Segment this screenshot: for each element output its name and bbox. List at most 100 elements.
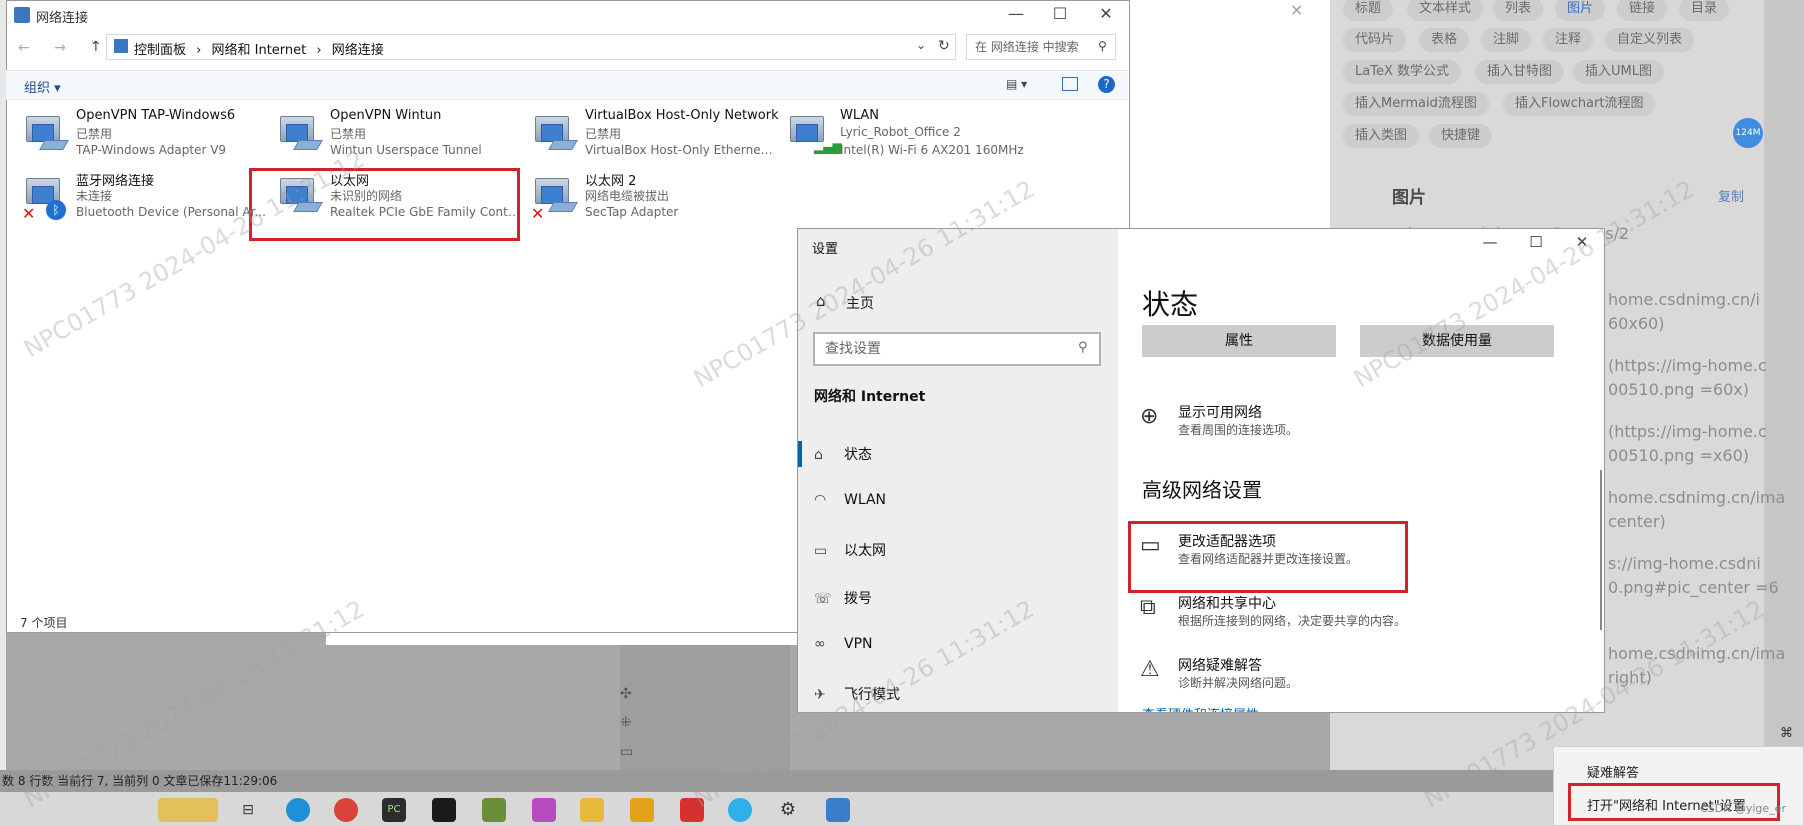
tag-flowchart[interactable]: 插入Flowchart流程图 [1503,92,1656,116]
nav-ethernet[interactable]: ▭ 以太网 [814,540,886,560]
adapter-bluetooth[interactable]: ᛒ ✕ 蓝牙网络连接 未连接 Bluetooth Device (Personal… [22,170,272,230]
hardware-properties-link[interactable]: 查看硬件和连接属性 [1142,704,1259,712]
settings-scrollbar[interactable] [1600,470,1602,630]
tag-comment[interactable]: 注释 [1543,28,1594,52]
tag-mermaid[interactable]: 插入Mermaid流程图 [1343,92,1489,116]
adapter-ethernet-2[interactable]: ✕ 以太网 2 网络电缆被拔出 SecTap Adapter [531,170,781,230]
panel-line: home.csdnimg.cn/i [1608,290,1760,309]
row-title: 显示可用网络 [1178,405,1262,421]
tag-class-diagram[interactable]: 插入类图 [1343,124,1420,148]
frame-icon[interactable]: ▭ [620,744,650,773]
tag-footnote[interactable]: 注脚 [1481,28,1532,52]
row-title: 网络和共享中心 [1178,596,1276,612]
nav-vpn[interactable]: ∞ VPN [814,636,873,652]
tag-code[interactable]: 代码片 [1343,28,1407,52]
app2-icon[interactable] [630,798,654,822]
tag-shortcut[interactable]: 快捷键 [1429,124,1493,148]
adapter-status: 网络电缆被拔出 [585,189,670,203]
app4-icon[interactable] [728,798,752,822]
editor-status-bar: 数 8 行数 当前行 7, 当前列 0 文章已保存11:29:06 [0,770,1804,792]
tag-uml[interactable]: 插入UML图 [1573,60,1664,84]
tray-network-icon[interactable]: ⌘ [1780,726,1793,741]
app3-icon[interactable] [680,798,704,822]
settings-search-input[interactable]: 查找设置 [813,332,1101,366]
nav-wlan[interactable]: ◠ WLAN [814,492,886,508]
breadcrumb-control-panel[interactable]: 控制面板 [134,43,186,58]
breadcrumb-network-internet[interactable]: 网络和 Internet [212,43,307,58]
sharing-center-link[interactable]: ⧉ 网络和共享中心 根据所连接到的网络，决定要共享的内容。 [1140,593,1440,633]
nav-label: 飞行模式 [844,687,900,703]
data-usage-button[interactable]: 数据使用量 [1360,325,1554,357]
tag-custom-list[interactable]: 自定义列表 [1605,28,1695,52]
nav-home[interactable]: 主页 [846,293,874,313]
resize-icon[interactable]: ⁜ [620,715,650,744]
tag-link[interactable]: 链接 [1617,0,1668,21]
troubleshoot-link[interactable]: ⚠ 网络疑难解答 诊断并解决网络问题。 [1140,655,1440,695]
wifi-icon: ◠ [814,492,827,508]
home-icon: ⌂ [816,292,826,310]
adapter-name: WLAN [840,108,880,123]
nav-status[interactable]: ⌂ 状态 [814,444,872,464]
app5-icon[interactable] [826,798,850,822]
minimize-icon[interactable]: — [996,4,1036,23]
nav-dialup[interactable]: ☏ 拨号 [814,588,872,608]
adapter-openvpn-tap[interactable]: OpenVPN TAP-Windows6 已禁用 TAP-Windows Ada… [22,108,272,168]
tag-toc[interactable]: 目录 [1679,0,1730,21]
item-count: 7 个项目 [20,616,68,630]
organize-menu[interactable]: 组织 ▾ [24,77,61,96]
search-icon: ⚲ [1078,340,1088,355]
view-options-icon[interactable]: ▤ ▾ [1006,77,1027,91]
adapter-virtualbox[interactable]: VirtualBox Host-Only Network 已禁用 Virtual… [531,108,781,168]
close-icon[interactable]: ✕ [1086,4,1126,23]
globe-icon: ⊕ [1140,404,1159,429]
settings-gear-icon[interactable]: ⚙ [776,798,800,822]
tag-latex[interactable]: LaTeX 数学公式 [1343,60,1461,84]
help-icon[interactable]: ? [1098,76,1115,93]
terminal-icon[interactable] [432,798,456,822]
panel-line: home.csdnimg.cn/ima [1608,488,1786,507]
settings-title: 设置 [812,242,839,257]
panel-line: s://img-home.csdni [1608,554,1761,573]
adapter-openvpn-wintun[interactable]: OpenVPN Wintun 已禁用 Wintun Userspace Tunn… [276,108,526,168]
nav-airplane-mode[interactable]: ✈ 飞行模式 [814,684,900,704]
tag-gantt[interactable]: 插入甘特图 [1475,60,1565,84]
pycharm-icon[interactable]: PC [382,798,406,822]
properties-button[interactable]: 属性 [1142,325,1336,357]
taskbar-flower-icon[interactable] [158,798,218,822]
notes-icon[interactable] [482,798,506,822]
preview-pane-icon[interactable] [1062,77,1078,91]
up-arrow-icon[interactable]: ↑ [90,39,102,55]
tray-troubleshoot[interactable]: 疑难解答 [1587,762,1639,781]
show-networks-link[interactable]: ⊕ 显示可用网络 查看周围的连接选项。 [1140,402,1440,442]
chrome-icon[interactable] [334,798,358,822]
panel-line: 00510.png =x60) [1608,446,1749,465]
tag-title[interactable]: 标题 [1343,0,1394,21]
tag-image[interactable]: 图片 [1555,0,1606,21]
vpn-icon: ∞ [814,636,826,652]
app-icon[interactable] [532,798,556,822]
move-icon[interactable]: ✣ [620,686,650,715]
maximize-icon[interactable]: ☐ [1040,4,1080,23]
folder-icon[interactable] [580,798,604,822]
tag-list[interactable]: 列表 [1493,0,1544,21]
adapter-status: 已禁用 [330,127,367,141]
edge-icon[interactable] [286,798,310,822]
nav-label: WLAN [844,492,887,508]
tag-text-style[interactable]: 文本样式 [1407,0,1484,21]
copy-link[interactable]: 复制 [1718,186,1744,205]
settings-maximize-icon[interactable]: ☐ [1516,233,1556,251]
task-view-icon[interactable]: ⊟ [236,798,260,822]
adapter-wlan[interactable]: ▂▄▆ WLAN Lyric_Robot_Office 2 Intel(R) W… [786,108,1036,168]
refresh-icon[interactable]: ↻ [938,38,950,54]
row-desc: 诊断并解决网络问题。 [1178,676,1299,690]
tag-table[interactable]: 表格 [1419,28,1470,52]
settings-minimize-icon[interactable]: — [1470,233,1510,251]
warning-icon: ⚠ [1140,657,1160,682]
search-input[interactable]: 在 网络连接 中搜索 [966,34,1116,60]
adapter-name: OpenVPN Wintun [330,108,442,123]
chevron-down-icon[interactable]: ⌄ [916,38,926,52]
breadcrumb-network-connections[interactable]: 网络连接 [332,43,384,58]
dialup-icon: ☏ [814,591,832,607]
background-close-icon[interactable]: × [1290,0,1303,19]
settings-close-icon[interactable]: ✕ [1562,233,1602,251]
